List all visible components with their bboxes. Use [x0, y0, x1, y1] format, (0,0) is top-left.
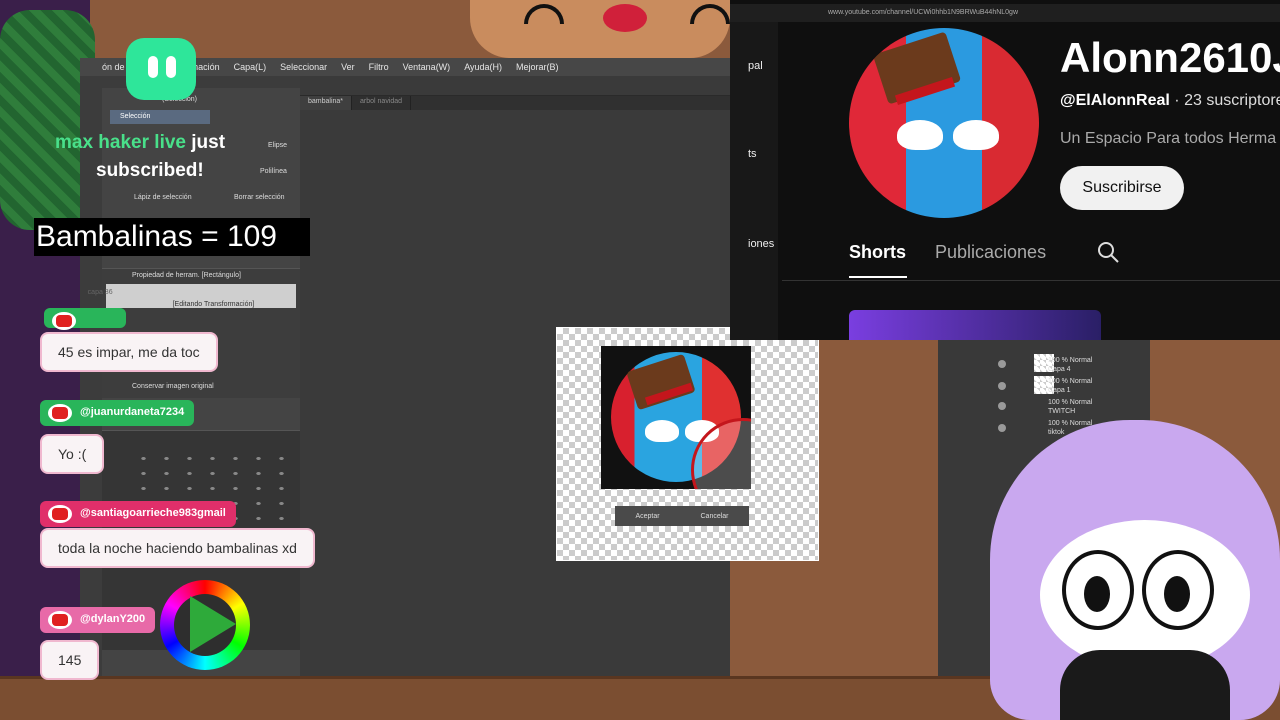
sidebar-label[interactable]: iones	[748, 238, 774, 250]
selection-tool-item[interactable]: Selección	[110, 110, 210, 124]
chat-username: @dylanY200	[80, 613, 146, 625]
youtube-icon	[52, 312, 76, 330]
layer-row[interactable]: 100 % Normal Capa 4	[1048, 356, 1198, 376]
layer-label: capa 36	[87, 289, 113, 296]
search-icon[interactable]	[1096, 240, 1120, 264]
chat-message: Yo :(	[40, 434, 105, 474]
subscriber-count: · 23 suscriptore	[1174, 92, 1280, 109]
tab-bambalina[interactable]: bambalina*	[300, 96, 353, 110]
selection-pen-tool-item[interactable]: Lápiz de selección	[134, 194, 192, 201]
toolbar	[300, 76, 730, 96]
chat-username-badge: @santiagoarrieche983gmail	[40, 501, 236, 527]
chat-message: 145	[40, 640, 100, 680]
layer-visibility-icon[interactable]	[998, 382, 1006, 390]
cancel-button[interactable]: Cancelar	[701, 513, 729, 520]
tabs-divider	[782, 280, 1280, 281]
avatar-eye	[897, 120, 943, 150]
channel-handle: @ElAlonnReal	[1060, 92, 1170, 109]
layer-folder-row[interactable]: 100 % Normal TWITCH	[1048, 398, 1198, 418]
document-canvas[interactable]: Aceptar Cancelar	[556, 327, 819, 561]
vtuber-avatar-pupil	[1164, 576, 1190, 612]
layer-visibility-icon[interactable]	[998, 402, 1006, 410]
document-tabs: bambalina* arbol navidad	[300, 96, 730, 110]
menu-item-window[interactable]: Ventana(W)	[403, 62, 451, 72]
vtuber-avatar-eye	[1142, 550, 1214, 630]
tab-publicaciones[interactable]: Publicaciones	[935, 242, 1046, 263]
channel-name: Alonn2610J	[1060, 34, 1280, 81]
channel-description[interactable]: Un Espacio Para todos Herma	[1060, 130, 1276, 148]
youtube-icon	[48, 611, 72, 629]
youtube-icon	[48, 505, 72, 523]
chat-username: @juanurdaneta7234	[80, 406, 185, 418]
transform-button-bar: Aceptar Cancelar	[615, 506, 749, 526]
tab-arbol-navidad[interactable]: arbol navidad	[352, 96, 412, 110]
menu-item-improve[interactable]: Mejorar(B)	[516, 62, 559, 72]
vtuber-avatar-pupil	[1084, 576, 1110, 612]
layer-name: TWITCH	[1048, 408, 1076, 415]
chat-message: 45 es impar, me da toc	[40, 332, 218, 372]
eye-shape	[645, 420, 679, 442]
active-tab-indicator	[849, 276, 907, 278]
youtube-icon	[48, 404, 72, 422]
layer-visibility-icon[interactable]	[998, 424, 1006, 432]
menu-item-view[interactable]: Ver	[341, 62, 355, 72]
tab-shorts[interactable]: Shorts	[849, 242, 906, 263]
background-nose	[603, 4, 647, 32]
menu-item-filter[interactable]: Filtro	[369, 62, 389, 72]
alert-text-subscribed: subscribed!	[96, 160, 204, 181]
menu-item-layer[interactable]: Capa(L)	[234, 62, 267, 72]
bambalinas-counter: Bambalinas = 109	[34, 218, 310, 256]
sidebar-label[interactable]: pal	[748, 60, 763, 72]
layer-row[interactable]: 100 % Normal Capa 1	[1048, 377, 1198, 397]
color-picker-triangle[interactable]	[190, 596, 236, 652]
menu-item-help[interactable]: Ayuda(H)	[464, 62, 502, 72]
channel-handle-line: @ElAlonnReal · 23 suscriptore	[1060, 92, 1280, 110]
twitch-alert-icon	[126, 38, 196, 100]
chat-username-badge	[44, 308, 126, 330]
layer-blend: 100 % Normal	[1048, 378, 1093, 385]
address-bar[interactable]: www.youtube.com/channel/UCWi0hhb1N9BRWuB…	[730, 4, 1280, 22]
subscribe-button[interactable]: Suscribirse	[1060, 166, 1184, 210]
youtube-browser-window: www.youtube.com/channel/UCWi0hhb1N9BRWuB…	[730, 0, 1280, 340]
short-thumbnail[interactable]	[849, 310, 1101, 340]
polyline-tool-item[interactable]: Polilínea	[260, 168, 287, 175]
menu-item-select[interactable]: Seleccionar	[280, 62, 327, 72]
vtuber-avatar-body	[1060, 650, 1230, 720]
editing-transform-label: [Editando Transformación]	[172, 301, 255, 308]
keep-original-image-checkbox[interactable]: Conservar imagen original	[132, 383, 214, 390]
layer-name: Capa 4	[1048, 366, 1071, 373]
chat-username-badge: @juanurdaneta7234	[40, 400, 195, 426]
erase-selection-tool-item[interactable]: Borrar selección	[234, 194, 285, 201]
chat-username-badge: @dylanY200	[40, 607, 156, 633]
browser-sidebar: pal ts iones	[730, 22, 778, 340]
alert-username: max haker live	[55, 132, 186, 153]
accept-button[interactable]: Aceptar	[635, 513, 659, 520]
url-text[interactable]: www.youtube.com/channel/UCWi0hhb1N9BRWuB…	[828, 9, 1018, 16]
vtuber-avatar-eye	[1062, 550, 1134, 630]
transform-preview: capa 36 [Editando Transformación]	[88, 284, 296, 308]
layer-name: Capa 1	[1048, 387, 1071, 394]
alert-text: just	[191, 132, 226, 153]
subscriber-alert: max haker live just	[55, 132, 225, 154]
transformed-image[interactable]	[601, 346, 751, 489]
chat-username: @santiagoarrieche983gmail	[80, 507, 226, 519]
tool-property-title: Propiedad de herram. [Rectángulo]	[132, 272, 241, 279]
channel-avatar[interactable]	[849, 28, 1039, 218]
layer-visibility-icon[interactable]	[998, 360, 1006, 368]
avatar-eye	[953, 120, 999, 150]
background-character-face	[470, 0, 730, 58]
layer-blend: 100 % Normal	[1048, 357, 1093, 364]
ellipse-tool-item[interactable]: Elipse	[268, 142, 287, 149]
sidebar-label[interactable]: ts	[748, 148, 757, 160]
layer-blend: 100 % Normal	[1048, 399, 1093, 406]
chat-message: toda la noche haciendo bambalinas xd	[40, 528, 315, 568]
hat-shape	[626, 353, 696, 411]
